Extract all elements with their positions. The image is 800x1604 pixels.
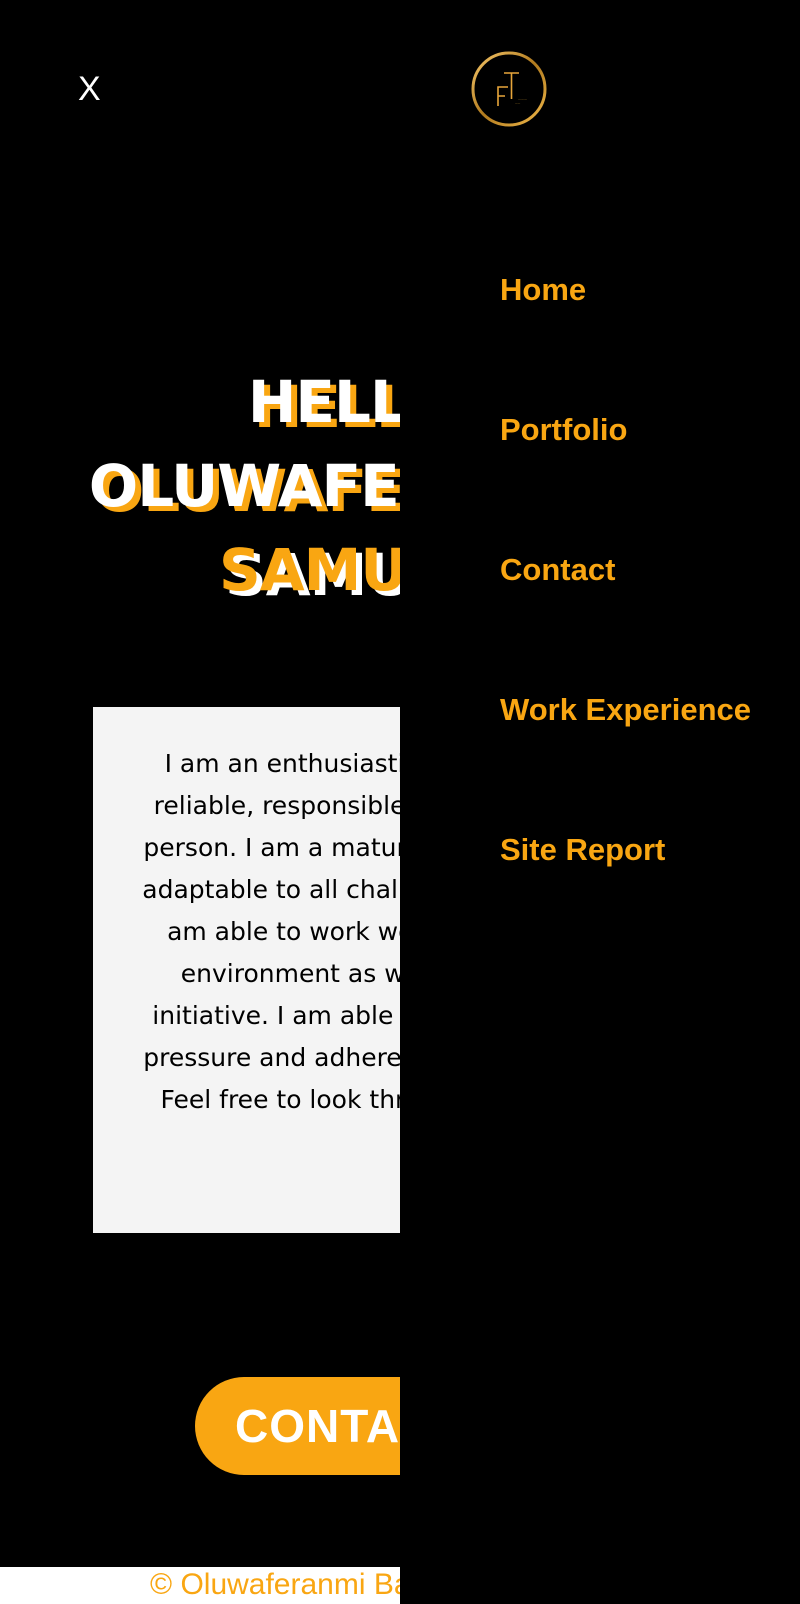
- nav-item-work-experience[interactable]: Work Experience: [500, 692, 751, 728]
- page: HELLO OLUWAFERANMI SAMUEL I am an enthus…: [0, 0, 800, 1604]
- hero-line-lastname: SAMUEL: [218, 536, 400, 604]
- nav-item-site-report[interactable]: Site Report: [500, 832, 665, 868]
- hero-line-firstname: OLUWAFERANMI: [88, 452, 400, 520]
- close-menu-button[interactable]: X: [78, 72, 101, 106]
- nav-item-home[interactable]: Home: [500, 272, 586, 308]
- nav-item-portfolio[interactable]: Portfolio: [500, 412, 627, 448]
- main-content: HELLO OLUWAFERANMI SAMUEL I am an enthus…: [0, 0, 400, 1604]
- nav-item-contact[interactable]: Contact: [500, 552, 615, 588]
- nav-drawer: Home Portfolio Contact Work Experience S…: [400, 0, 800, 1604]
- contact-me-button[interactable]: CONTACT ME: [195, 1377, 400, 1475]
- about-card: I am an enthusiastic, self-motivated, re…: [93, 707, 400, 1233]
- hero-line-greeting: HELLO: [247, 368, 400, 436]
- hero-title: HELLO OLUWAFERANMI SAMUEL: [0, 360, 400, 612]
- about-text: I am an enthusiastic, self-motivated, re…: [142, 749, 400, 1114]
- footer-copyright: © Oluwaferanmi Balogun: [150, 1568, 400, 1601]
